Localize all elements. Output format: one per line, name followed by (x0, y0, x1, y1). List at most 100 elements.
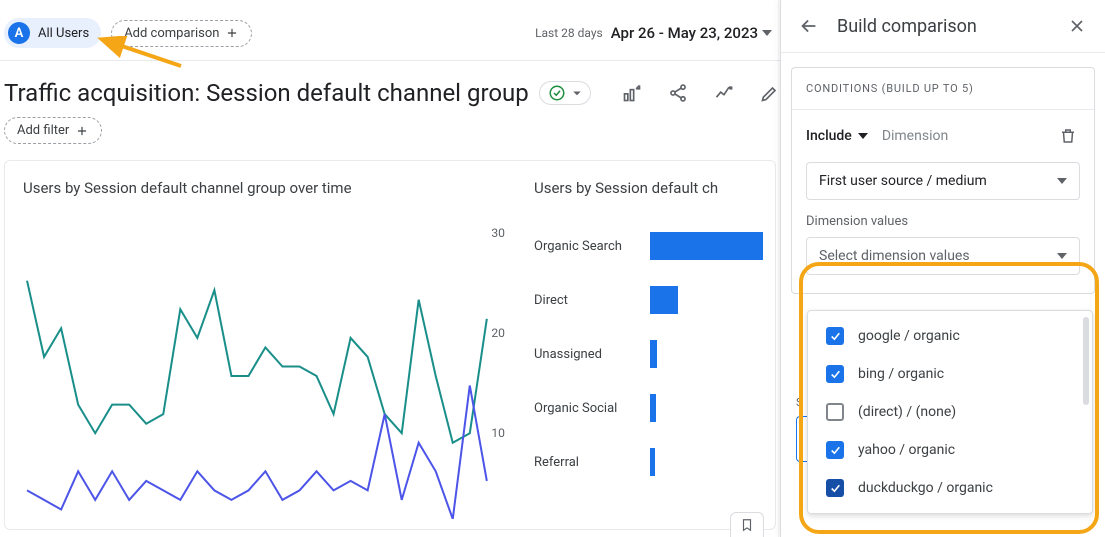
dimension-select-value: First user source / medium (819, 173, 987, 189)
chart-edit-icon (622, 83, 642, 103)
bar-track (650, 394, 763, 422)
plus-icon (75, 124, 89, 138)
share-button[interactable] (666, 81, 690, 105)
bookmark-icon (740, 518, 754, 532)
line-chart: 30 20 10 (23, 219, 507, 519)
dropdown-option[interactable]: bing / organic (808, 355, 1092, 393)
caret-down-icon[interactable] (858, 133, 868, 139)
bar-chart-title: Users by Session default ch (534, 179, 763, 197)
date-range-text: Apr 26 - May 23, 2023 (611, 24, 772, 42)
bar-track (650, 448, 763, 476)
insights-icon (714, 83, 734, 103)
dropdown-option-label: yahoo / organic (858, 442, 955, 458)
values-select-placeholder: Select dimension values (819, 248, 970, 264)
checkbox-unchecked-icon (826, 403, 844, 421)
close-icon (1067, 16, 1087, 36)
bar-label: Referral (534, 455, 644, 470)
pencil-icon (760, 83, 780, 103)
panel-title: Build comparison (837, 16, 1049, 37)
dropdown-option[interactable]: google / organic (808, 317, 1092, 355)
insights-button[interactable] (712, 81, 736, 105)
check-circle-icon (548, 84, 566, 102)
dropdown-option-label: duckduckgo / organic (858, 480, 993, 496)
caret-down-icon (568, 84, 586, 102)
bar-fill (650, 232, 763, 260)
dropdown-option[interactable]: yahoo / organic (808, 431, 1092, 469)
bar-row: Organic Search (534, 219, 763, 273)
dropdown-option-label: (direct) / (none) (858, 404, 956, 420)
svg-text:30: 30 (491, 226, 505, 240)
checkbox-checked-icon (826, 365, 844, 383)
dropdown-option[interactable]: (direct) / (none) (808, 393, 1092, 431)
line-chart-panel: Users by Session default channel group o… (5, 179, 525, 529)
segment-avatar: A (8, 22, 30, 44)
bar-track (650, 340, 763, 368)
date-range-picker[interactable]: Last 28 days Apr 26 - May 23, 2023 (535, 24, 772, 42)
arrow-left-icon (798, 15, 820, 37)
bar-fill (650, 340, 657, 368)
dropdown-option-label: google / organic (858, 328, 960, 344)
title-row: Traffic acquisition: Session default cha… (0, 61, 780, 117)
date-prefix: Last 28 days (535, 26, 603, 40)
checkbox-checked-icon (826, 441, 844, 459)
caret-down-icon (1057, 253, 1067, 259)
floating-bookmark-button[interactable] (730, 512, 764, 537)
trash-icon (1059, 127, 1077, 145)
top-bar: A All Users Add comparison Last 28 days … (0, 0, 780, 61)
bar-label: Unassigned (534, 347, 644, 362)
bar-row: Unassigned (534, 327, 763, 381)
condition-row: Include Dimension (806, 124, 1080, 148)
customize-report-button[interactable] (620, 81, 644, 105)
plus-icon (225, 26, 239, 40)
report-card: Users by Session default channel group o… (4, 160, 776, 530)
bar-fill (650, 448, 655, 476)
summary-section-label: S (796, 396, 803, 409)
dimension-values-label: Dimension values (806, 214, 1080, 229)
bar-row: Direct (534, 273, 763, 327)
dimension-values-dropdown: google / organic bing / organic (direct) /… (807, 310, 1093, 514)
conditions-card: CONDITIONS (BUILD UP TO 5) Include Dimen… (791, 67, 1095, 294)
share-icon (668, 83, 688, 103)
dropdown-option-label: bing / organic (858, 366, 944, 382)
checkbox-checked-icon (826, 327, 844, 345)
svg-text:20: 20 (491, 326, 505, 340)
dimension-values-select[interactable]: Select dimension values (806, 237, 1080, 275)
filter-row: Add filter (0, 117, 780, 160)
bar-label: Direct (534, 293, 644, 308)
segment-chip-all-users[interactable]: A All Users (4, 18, 101, 48)
svg-text:10: 10 (491, 426, 505, 440)
bar-fill (650, 286, 678, 314)
dimension-select[interactable]: First user source / medium (806, 162, 1080, 200)
dimension-placeholder: Dimension (882, 128, 948, 144)
bar-row: Referral (534, 435, 763, 489)
bar-chart-panel: Users by Session default ch Organic Sear… (525, 179, 775, 529)
add-comparison-label: Add comparison (124, 26, 219, 41)
line-series (27, 281, 487, 443)
line-chart-title: Users by Session default channel group o… (23, 179, 507, 197)
segment-label: All Users (38, 26, 89, 41)
bar-track (650, 286, 763, 314)
checkbox-checked-icon (826, 479, 844, 497)
add-comparison-chip[interactable]: Add comparison (111, 20, 252, 47)
bar-label: Organic Social (534, 401, 644, 416)
delete-condition-button[interactable] (1056, 124, 1080, 148)
dropdown-scrollbar[interactable] (1083, 317, 1089, 405)
conditions-header: CONDITIONS (BUILD UP TO 5) (792, 68, 1094, 110)
main-report-area: A All Users Add comparison Last 28 days … (0, 0, 780, 537)
panel-header: Build comparison (781, 0, 1105, 53)
bar-track (650, 232, 763, 260)
back-button[interactable] (797, 14, 821, 38)
dropdown-option[interactable]: duckduckgo / organic (808, 469, 1092, 507)
close-panel-button[interactable] (1065, 14, 1089, 38)
line-series (27, 386, 487, 520)
status-indicator[interactable] (539, 81, 591, 105)
bar-fill (650, 394, 656, 422)
bar-row: Organic Social (534, 381, 763, 435)
add-filter-label: Add filter (17, 123, 69, 138)
bar-label: Organic Search (534, 239, 644, 254)
page-title: Traffic acquisition: Session default cha… (4, 79, 529, 107)
include-exclude-toggle[interactable]: Include (806, 128, 852, 144)
add-filter-chip[interactable]: Add filter (4, 117, 102, 144)
caret-down-icon (762, 30, 772, 36)
caret-down-icon (1057, 178, 1067, 184)
